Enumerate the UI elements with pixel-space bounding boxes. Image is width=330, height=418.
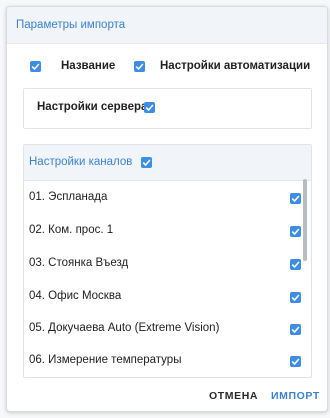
check-icon	[291, 195, 300, 203]
channel-list-scrollbar[interactable]	[303, 179, 307, 261]
channel-checkbox[interactable]	[290, 292, 301, 303]
channel-row[interactable]: 05. Докучаева Auto (Extreme Vision)	[24, 313, 311, 345]
channel-row[interactable]: 03. Стоянка Въезд	[24, 248, 311, 280]
channel-checkbox[interactable]	[290, 356, 301, 367]
channel-checkbox[interactable]	[290, 259, 301, 270]
check-icon	[291, 294, 300, 302]
channel-settings-box: Настройки каналов 01. Эспланада 02. Ком.…	[23, 144, 312, 378]
channel-row[interactable]: 02. Ком. прос. 1	[24, 215, 311, 247]
server-settings-box: Настройки сервера	[23, 88, 312, 129]
server-settings-label: Настройки сервера	[37, 101, 148, 113]
channel-row[interactable]: 01. Эспланада	[24, 182, 311, 214]
channel-settings-checkbox[interactable]	[141, 157, 152, 168]
dialog-header: Параметры импорта	[7, 7, 327, 44]
channel-checkbox[interactable]	[290, 226, 301, 237]
channel-label: 01. Эспланада	[29, 191, 108, 203]
channel-checkbox[interactable]	[290, 324, 301, 335]
cancel-button[interactable]: ОТМЕНА	[209, 390, 258, 402]
check-icon	[291, 261, 300, 269]
channel-checkbox[interactable]	[290, 193, 301, 204]
dialog-title: Параметры импорта	[16, 19, 126, 31]
channel-label: 05. Докучаева Auto (Extreme Vision)	[29, 322, 220, 334]
channel-settings-title: Настройки каналов	[29, 156, 133, 168]
channel-label: 06. Измерение температуры	[29, 354, 182, 366]
channel-label: 02. Ком. прос. 1	[29, 224, 114, 236]
channel-label: 04. Офис Москва	[29, 290, 122, 302]
check-icon	[291, 228, 300, 236]
check-icon	[135, 63, 144, 71]
import-button[interactable]: ИМПОРТ	[271, 390, 320, 402]
automation-settings-label: Настройки автоматизации	[160, 60, 311, 72]
channel-settings-header: Настройки каналов	[24, 145, 311, 181]
check-icon	[291, 326, 300, 334]
import-settings-dialog: Параметры импорта Название Настройки авт…	[6, 6, 328, 412]
automation-settings-checkbox[interactable]	[134, 61, 145, 72]
name-checkbox[interactable]	[30, 61, 41, 72]
check-icon	[142, 159, 151, 167]
channel-row[interactable]: 04. Офис Москва	[24, 281, 311, 313]
server-settings-checkbox[interactable]	[144, 102, 155, 113]
channel-row[interactable]: 06. Измерение температуры	[24, 345, 311, 377]
channel-label: 03. Стоянка Въезд	[29, 257, 129, 269]
check-icon	[145, 104, 154, 112]
check-icon	[31, 63, 40, 71]
name-label: Название	[61, 60, 116, 72]
check-icon	[291, 358, 300, 366]
